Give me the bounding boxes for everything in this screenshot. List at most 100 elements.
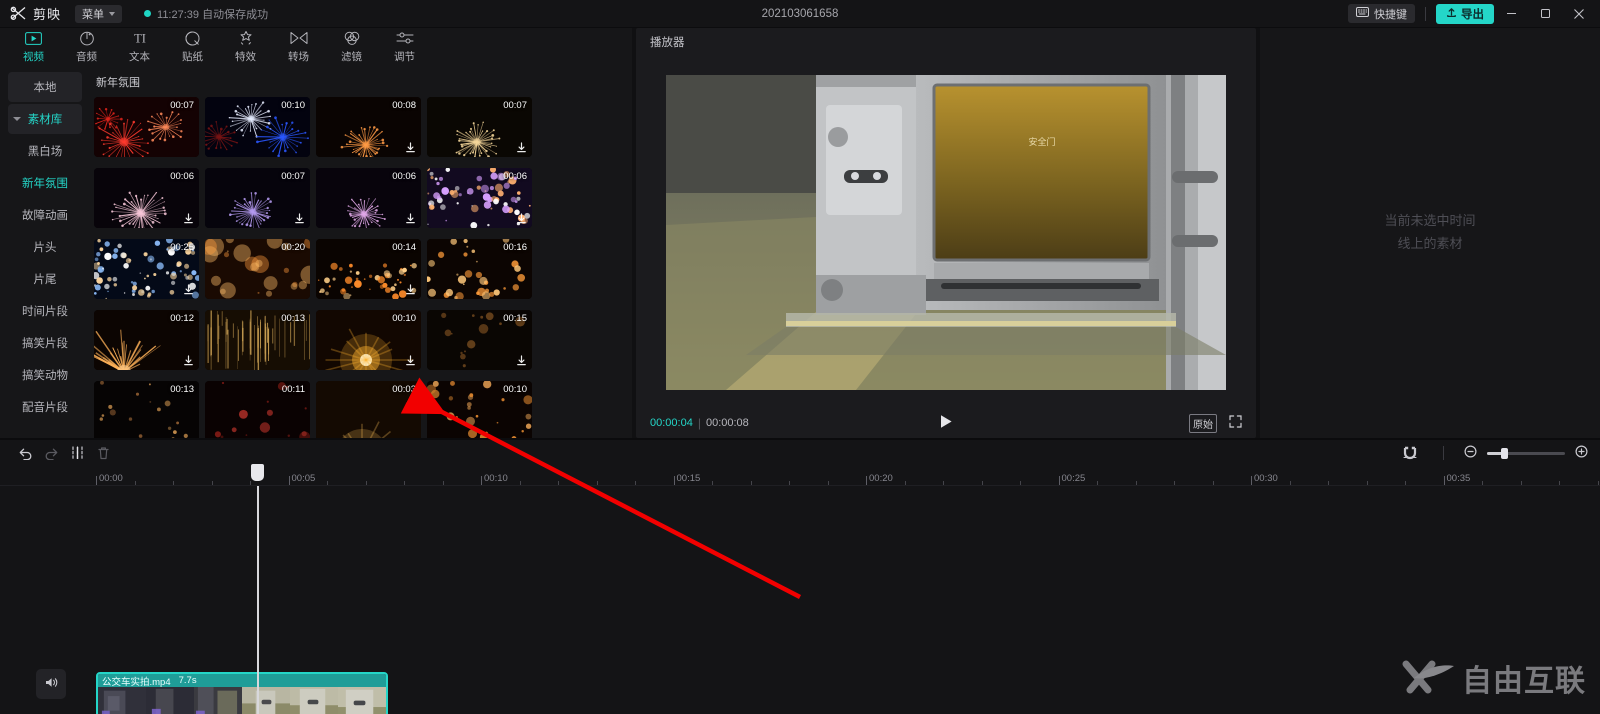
adjust-icon	[396, 30, 414, 46]
media-item[interactable]: 00:25	[94, 239, 199, 299]
media-item[interactable]: 00:03	[316, 381, 421, 438]
ruler-tick-minor	[365, 481, 367, 485]
tab-text[interactable]: TI 文本	[114, 29, 165, 65]
category-blackwhite[interactable]: 黑白场	[8, 136, 82, 166]
zoom-divider	[1443, 446, 1444, 460]
redo-button[interactable]	[38, 442, 64, 464]
media-item[interactable]: 00:06	[427, 168, 532, 228]
media-item[interactable]: 00:13	[94, 381, 199, 438]
media-item[interactable]: 00:14	[316, 239, 421, 299]
media-item[interactable]: 00:08	[316, 97, 421, 157]
media-item[interactable]: 00:07	[94, 97, 199, 157]
category-funny-clips[interactable]: 搞笑片段	[8, 328, 82, 358]
playhead-handle[interactable]	[251, 464, 264, 481]
media-item[interactable]: 00:16	[427, 239, 532, 299]
download-icon[interactable]	[183, 213, 194, 224]
zoom-in-icon[interactable]	[1575, 445, 1588, 461]
tab-audio[interactable]: 音频	[61, 29, 112, 65]
category-newyear[interactable]: 新年氛围	[8, 168, 82, 198]
tab-effects[interactable]: 特效	[220, 29, 271, 65]
ruler-tick-minor	[789, 481, 790, 485]
download-icon[interactable]	[183, 284, 194, 295]
media-item[interactable]: 00:06	[316, 168, 421, 228]
timeline-clip[interactable]: 公交车实拍.mp4 7.7s	[96, 672, 388, 714]
media-item[interactable]: 00:11	[205, 381, 310, 438]
media-item[interactable]: 00:07	[205, 168, 310, 228]
media-grid-container[interactable]: 新年氛围 00:07 00:10 00:08 00:07 00:06 00:07 00:06…	[90, 66, 632, 438]
media-item[interactable]: 00:20	[205, 239, 310, 299]
media-item[interactable]: 00:06	[94, 168, 199, 228]
category-material-library[interactable]: 素材库	[8, 104, 82, 134]
ratio-button[interactable]: 原始	[1189, 413, 1217, 433]
ruler-tick-minor	[1289, 481, 1291, 485]
download-icon[interactable]	[294, 213, 305, 224]
clip-thumb	[242, 687, 290, 714]
media-duration: 00:10	[281, 100, 305, 111]
ruler-tick-minor	[211, 481, 213, 485]
tab-adjust[interactable]: 调节	[379, 29, 430, 65]
category-funny-animals[interactable]: 搞笑动物	[8, 360, 82, 390]
download-icon[interactable]	[183, 355, 194, 366]
undo-button[interactable]	[12, 442, 38, 464]
media-item[interactable]: 00:10	[316, 310, 421, 370]
media-item[interactable]: 00:10	[205, 97, 310, 157]
media-item[interactable]: 00:12	[94, 310, 199, 370]
fullscreen-icon[interactable]	[1229, 415, 1242, 431]
window-controls: 快捷键 导出	[1348, 0, 1600, 28]
zoom-out-icon[interactable]	[1464, 445, 1477, 461]
tab-label: 滤镜	[341, 51, 362, 63]
split-button[interactable]	[64, 442, 90, 464]
ruler-label: 00:30	[1254, 473, 1278, 484]
download-icon[interactable]	[405, 284, 416, 295]
watermark-text: 自由互联	[1462, 664, 1586, 699]
timeline-tracks[interactable]: 公交车实拍.mp4 7.7s	[0, 486, 1600, 714]
zoom-slider-handle[interactable]	[1501, 447, 1508, 459]
category-time-clips[interactable]: 时间片段	[8, 296, 82, 326]
player-stage[interactable]: 安全门	[636, 56, 1256, 408]
play-button[interactable]	[939, 414, 953, 432]
category-dubbing[interactable]: 配音片段	[8, 392, 82, 422]
maximize-button[interactable]	[1528, 0, 1562, 28]
ruler-tick-minor	[635, 481, 636, 485]
media-item[interactable]: 00:07	[427, 97, 532, 157]
magnet-icon[interactable]	[1397, 442, 1423, 464]
timeline-ruler[interactable]: 00:00 00:05 00:10 00:15 00:20 00:25 00:30 00:35	[0, 466, 1600, 486]
ruler-tick-minor	[1520, 481, 1522, 485]
playhead-line	[257, 486, 259, 714]
tab-sticker[interactable]: 贴纸	[167, 29, 218, 65]
media-item[interactable]: 00:10	[427, 381, 532, 438]
timeline-zoom-controls	[1397, 442, 1588, 464]
media-item[interactable]: 00:15	[427, 310, 532, 370]
ruler-label: 00:05	[291, 473, 316, 484]
delete-button[interactable]	[90, 442, 116, 464]
tab-transition[interactable]: 转场	[273, 29, 324, 65]
minimize-button[interactable]	[1494, 0, 1528, 28]
menu-button[interactable]: 菜单	[75, 4, 123, 23]
zoom-slider[interactable]	[1487, 447, 1565, 459]
total-time: 00:00:08	[705, 417, 749, 429]
track-mute-button[interactable]	[36, 669, 66, 699]
download-icon[interactable]	[405, 142, 416, 153]
media-duration: 00:14	[392, 242, 416, 253]
category-ending[interactable]: 片尾	[8, 264, 82, 294]
tab-filter[interactable]: 滤镜	[326, 29, 377, 65]
ruler-tick-minor	[981, 481, 983, 485]
download-icon[interactable]	[516, 142, 527, 153]
media-duration: 00:03	[392, 384, 416, 395]
download-icon[interactable]	[516, 213, 527, 224]
download-icon[interactable]	[405, 213, 416, 224]
media-item[interactable]: 00:13	[205, 310, 310, 370]
category-local[interactable]: 本地	[8, 72, 82, 102]
ruler-tick-minor	[1366, 481, 1368, 485]
download-icon[interactable]	[405, 355, 416, 366]
shortcuts-button[interactable]: 快捷键	[1348, 4, 1415, 23]
tab-video[interactable]: 视频	[8, 29, 59, 65]
category-label: 片头	[33, 242, 57, 254]
sticker-icon	[185, 30, 200, 46]
export-button[interactable]: 导出	[1436, 3, 1494, 24]
category-opening[interactable]: 片头	[8, 232, 82, 262]
category-glitch[interactable]: 故障动画	[8, 200, 82, 230]
ruler-tick-minor	[173, 481, 174, 485]
download-icon[interactable]	[516, 355, 527, 366]
close-button[interactable]	[1562, 0, 1596, 28]
